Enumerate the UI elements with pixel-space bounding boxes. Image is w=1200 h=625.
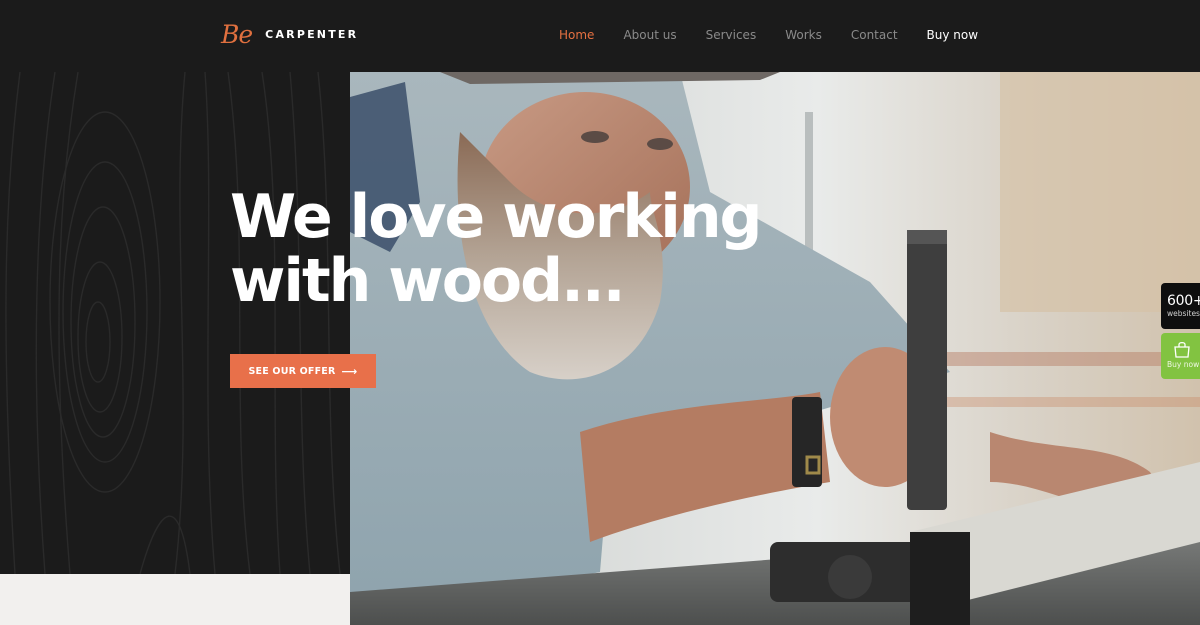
websites-label: websites [1167, 309, 1200, 318]
arrow-right-icon: ⟶ [341, 364, 358, 378]
see-our-offer-label: SEE OUR OFFER [248, 365, 336, 377]
logo[interactable]: Be CARPENTER [221, 22, 358, 47]
nav-contact[interactable]: Contact [851, 28, 898, 42]
nav-buy-now[interactable]: Buy now [927, 28, 979, 42]
nav-about-us[interactable]: About us [623, 28, 676, 42]
content-section-start [0, 574, 350, 625]
nav-works[interactable]: Works [785, 28, 822, 42]
site-header: Be CARPENTER Home About us Services Work… [0, 0, 1200, 72]
wood-grain-pattern [5, 72, 341, 574]
websites-count-widget[interactable]: 600+ websites [1161, 283, 1200, 329]
websites-count: 600+ [1167, 293, 1200, 309]
nav-services[interactable]: Services [706, 28, 757, 42]
shopping-bag-icon [1174, 341, 1190, 358]
hero-heading-line-2: with wood... [230, 246, 625, 316]
logo-mark: Be [221, 20, 253, 49]
carpenter-photo [350, 72, 1200, 625]
buy-now-widget[interactable]: Buy now [1161, 333, 1200, 379]
nav-home[interactable]: Home [559, 28, 594, 42]
see-our-offer-button[interactable]: SEE OUR OFFER ⟶ [230, 354, 376, 388]
hero-image [350, 72, 1200, 625]
hero-heading: We love working with wood... [230, 182, 762, 316]
logo-text: CARPENTER [265, 28, 359, 41]
main-nav: Home About us Services Works Contact Buy… [559, 28, 978, 42]
hero-heading-line-1: We love working [230, 182, 762, 252]
wood-grain-panel [0, 72, 350, 574]
buy-now-label: Buy now [1167, 360, 1200, 369]
